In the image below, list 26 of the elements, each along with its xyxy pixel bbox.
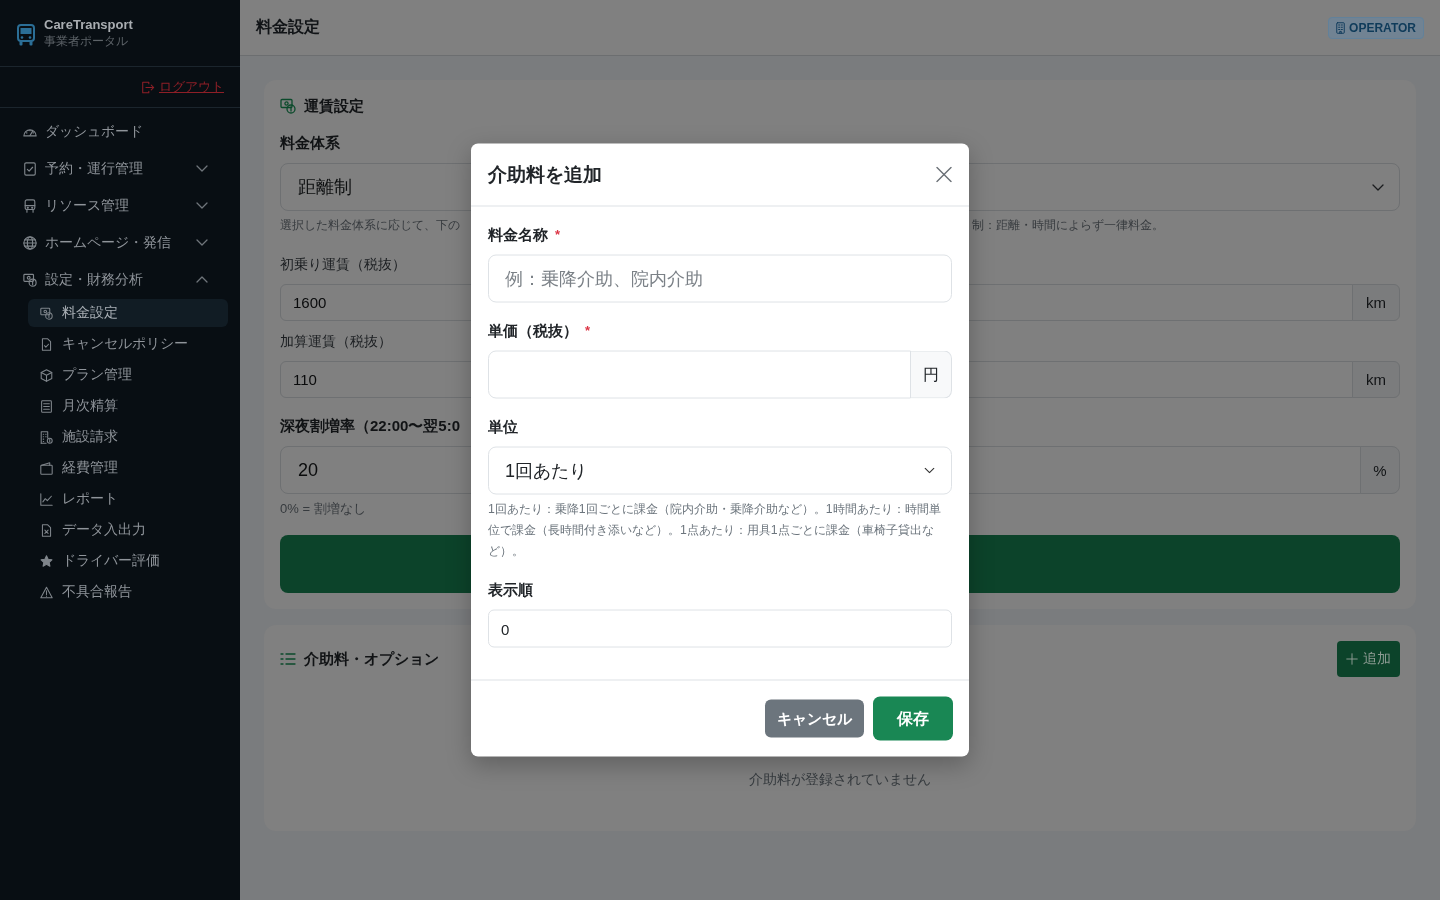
currency-addon: 円 <box>911 350 952 399</box>
required-mark: * <box>555 225 561 244</box>
field-label: 単価（税抜） <box>488 320 578 341</box>
role-badge: OPERATOR <box>1328 16 1424 39</box>
field-label: 単位 <box>488 416 518 437</box>
card-title: 介助料・オプション <box>304 649 439 669</box>
field-label: 表示順 <box>488 579 533 600</box>
page-title: 料金設定 <box>256 17 320 37</box>
unit-addon: km <box>1352 361 1400 398</box>
field-label: 深夜割増率（22:00〜翌5:0 <box>280 416 461 436</box>
help-text: 0% = 割増なし <box>280 500 366 518</box>
required-mark: * <box>585 321 591 340</box>
unit-addon: % <box>1360 446 1400 494</box>
field-label: 料金名称 <box>488 224 548 245</box>
field-label: 加算運賃（税抜） <box>280 332 392 351</box>
unit-addon: km <box>1352 284 1400 321</box>
empty-message: 介助料が登録されていません <box>749 770 931 789</box>
dialog-title: 介助料を追加 <box>488 162 602 187</box>
card-title: 運賃設定 <box>304 96 364 116</box>
brand-subtitle: 事業者ポータル <box>44 33 128 49</box>
field-label: 料金体系 <box>280 133 340 153</box>
help-text: 制：距離・時間によらず一律料金。 <box>972 217 1164 234</box>
help-text: 1回あたり：乗降1回ごとに課金（院内介助・乗降介助など）。1時間あたり：時間単位で課金（長時間付き添いなど）。1点あたり：用具1点ごとに課金（車椅子貸出など）。 <box>488 500 942 560</box>
brand-name: CareTransport <box>44 17 133 33</box>
field-label: 初乗り運賃（税抜） <box>280 255 406 274</box>
help-text: 選択した料金体系に応じて、下の <box>280 217 460 234</box>
